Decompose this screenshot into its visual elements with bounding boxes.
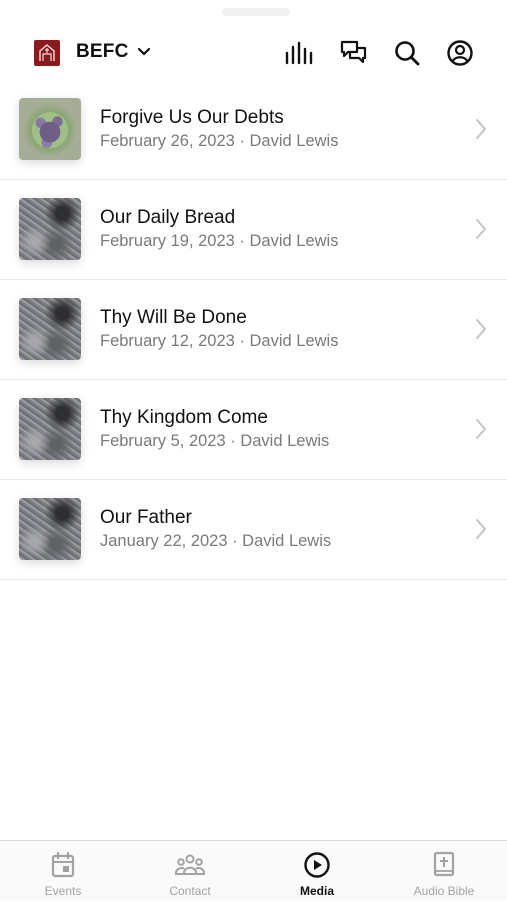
sermon-title: Our Daily Bread <box>100 207 236 228</box>
tab-label: Audio Bible <box>413 884 475 898</box>
tab-media[interactable]: Media <box>254 841 380 901</box>
sermon-subtitle: February 19, 2023 · David Lewis <box>100 232 339 250</box>
sermon-subtitle: February 5, 2023 · David Lewis <box>100 432 330 450</box>
sermon-row[interactable]: Our Father January 22, 2023 · David Lewi… <box>0 480 507 580</box>
sermon-thumbnail <box>19 398 81 460</box>
bar-chart-icon[interactable] <box>284 39 314 67</box>
tab-label: Contact <box>169 884 211 898</box>
tab-audio-bible[interactable]: Audio Bible <box>381 841 507 901</box>
sermon-row[interactable]: Thy Will Be Done February 12, 2023 · Dav… <box>0 280 507 380</box>
app-header: BEFC <box>0 26 507 80</box>
sermon-title: Thy Kingdom Come <box>100 407 268 428</box>
sermon-title: Thy Will Be Done <box>100 307 247 328</box>
tab-label: Events <box>44 884 82 898</box>
sermon-title: Our Father <box>100 507 192 528</box>
search-icon[interactable] <box>392 39 422 67</box>
calendar-icon <box>51 851 75 878</box>
status-indicator <box>222 8 290 16</box>
tab-bar: Events Contact Media Audio Bible <box>0 840 507 900</box>
sermon-row[interactable]: Forgive Us Our Debts February 26, 2023 ·… <box>0 80 507 180</box>
sermon-thumbnail <box>19 198 81 260</box>
tab-events[interactable]: Events <box>0 841 126 901</box>
sermon-thumbnail <box>19 298 81 360</box>
sermon-subtitle: January 22, 2023 · David Lewis <box>100 532 332 550</box>
profile-icon[interactable] <box>446 39 476 67</box>
sermon-subtitle: February 12, 2023 · David Lewis <box>100 332 339 350</box>
sermon-row[interactable]: Thy Kingdom Come February 5, 2023 · Davi… <box>0 380 507 480</box>
chat-bubbles-icon[interactable] <box>339 39 369 67</box>
church-logo-icon <box>39 44 55 61</box>
tab-label: Media <box>299 884 334 898</box>
tab-contact[interactable]: Contact <box>127 841 253 901</box>
bible-icon <box>433 851 455 877</box>
sermon-subtitle: February 26, 2023 · David Lewis <box>100 132 339 150</box>
sermon-thumbnail <box>19 498 81 560</box>
sermon-title: Forgive Us Our Debts <box>100 107 284 128</box>
chevron-right-icon <box>476 519 486 539</box>
chevron-right-icon <box>476 219 486 239</box>
befc-logo[interactable] <box>34 40 60 66</box>
chevron-down-icon[interactable] <box>136 44 152 60</box>
people-icon <box>175 854 205 875</box>
sermon-thumbnail <box>19 98 81 160</box>
sermon-row[interactable]: Our Daily Bread February 19, 2023 · Davi… <box>0 180 507 280</box>
chevron-right-icon <box>476 419 486 439</box>
play-circle-icon <box>304 852 330 878</box>
chevron-right-icon <box>476 119 486 139</box>
sermon-list: Forgive Us Our Debts February 26, 2023 ·… <box>0 80 507 580</box>
org-name[interactable]: BEFC <box>76 40 129 64</box>
chevron-right-icon <box>476 319 486 339</box>
